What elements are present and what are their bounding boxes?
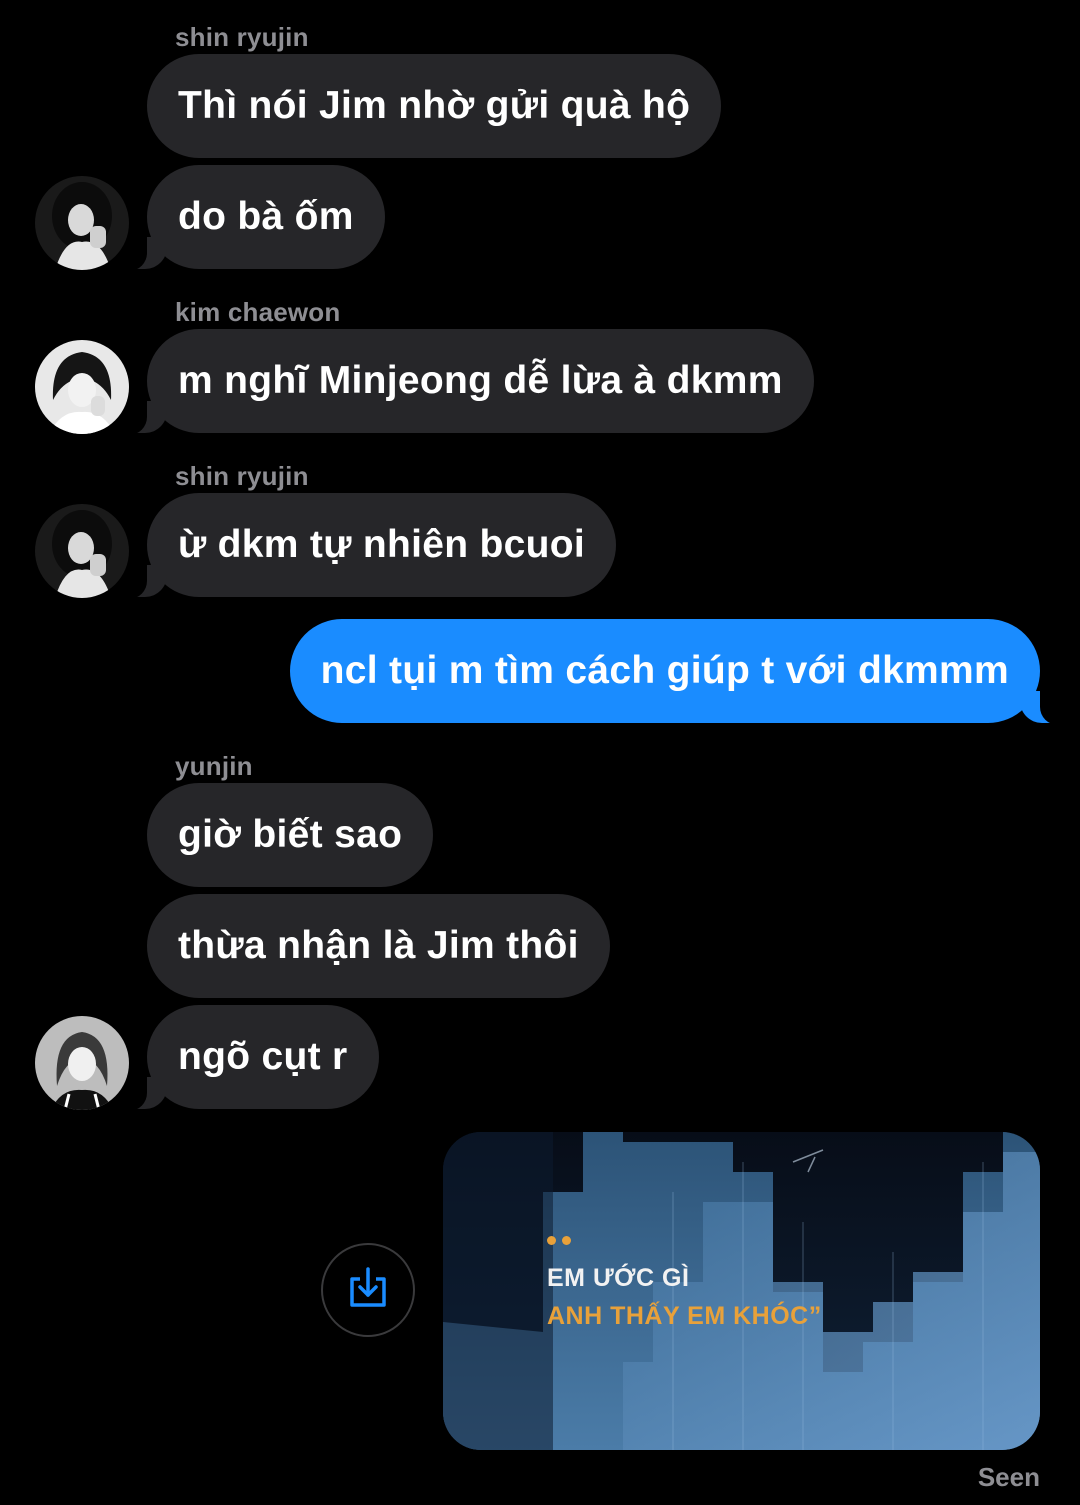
share-button[interactable] [321, 1243, 415, 1337]
share-download-icon [346, 1265, 390, 1316]
media-caption-line2: ANH THẤY EM KHÓC” [547, 1302, 822, 1330]
chat-thread: shin ryujin Thì nói Jim nhờ gửi quà hộ d… [0, 0, 1080, 1505]
message-bubble[interactable]: ừ dkm tự nhiên bcuoi [119, 493, 616, 599]
message-text: ncl tụi m tìm cách giúp t với dkmmm [320, 649, 1009, 692]
sender-name: kim chaewon [175, 297, 341, 327]
message-text: giờ biết sao [178, 813, 403, 856]
media-attachment[interactable]: EM ƯỚC GÌ ANH THẤY EM KHÓC” [443, 1132, 1040, 1450]
avatar[interactable] [35, 176, 129, 270]
message-text: m nghĩ Minjeong dễ lừa à dkmm [178, 359, 783, 402]
message-bubble[interactable]: Thì nói Jim nhờ gửi quà hộ [147, 54, 722, 158]
message-text: ngõ cụt r [178, 1035, 348, 1078]
avatar[interactable] [35, 1016, 129, 1110]
sender-name: shin ryujin [175, 461, 309, 491]
message-text: ừ dkm tự nhiên bcuoi [178, 523, 585, 566]
sender-name: shin ryujin [175, 22, 309, 52]
message-bubble[interactable]: m nghĩ Minjeong dễ lừa à dkmm [119, 329, 814, 435]
message-bubble[interactable]: ngõ cụt r [119, 1005, 379, 1111]
message-bubble[interactable]: giờ biết sao [147, 783, 434, 887]
avatar[interactable] [35, 504, 129, 598]
message-bubble[interactable]: thừa nhận là Jim thôi [147, 894, 610, 998]
message-text: Thì nói Jim nhờ gửi quà hộ [178, 84, 691, 127]
avatar[interactable] [35, 340, 129, 434]
media-caption-line1: EM ƯỚC GÌ [547, 1264, 690, 1292]
quote-dots [547, 1232, 577, 1250]
message-text: thừa nhận là Jim thôi [178, 924, 579, 967]
message-bubble[interactable]: do bà ốm [119, 165, 385, 271]
sender-name: yunjin [175, 751, 253, 781]
media-thumbnail [443, 1132, 1040, 1450]
message-text: do bà ốm [178, 195, 354, 238]
message-bubble-outgoing[interactable]: ncl tụi m tìm cách giúp t với dkmmm [289, 619, 1069, 725]
seen-status: Seen [977, 1462, 1040, 1492]
